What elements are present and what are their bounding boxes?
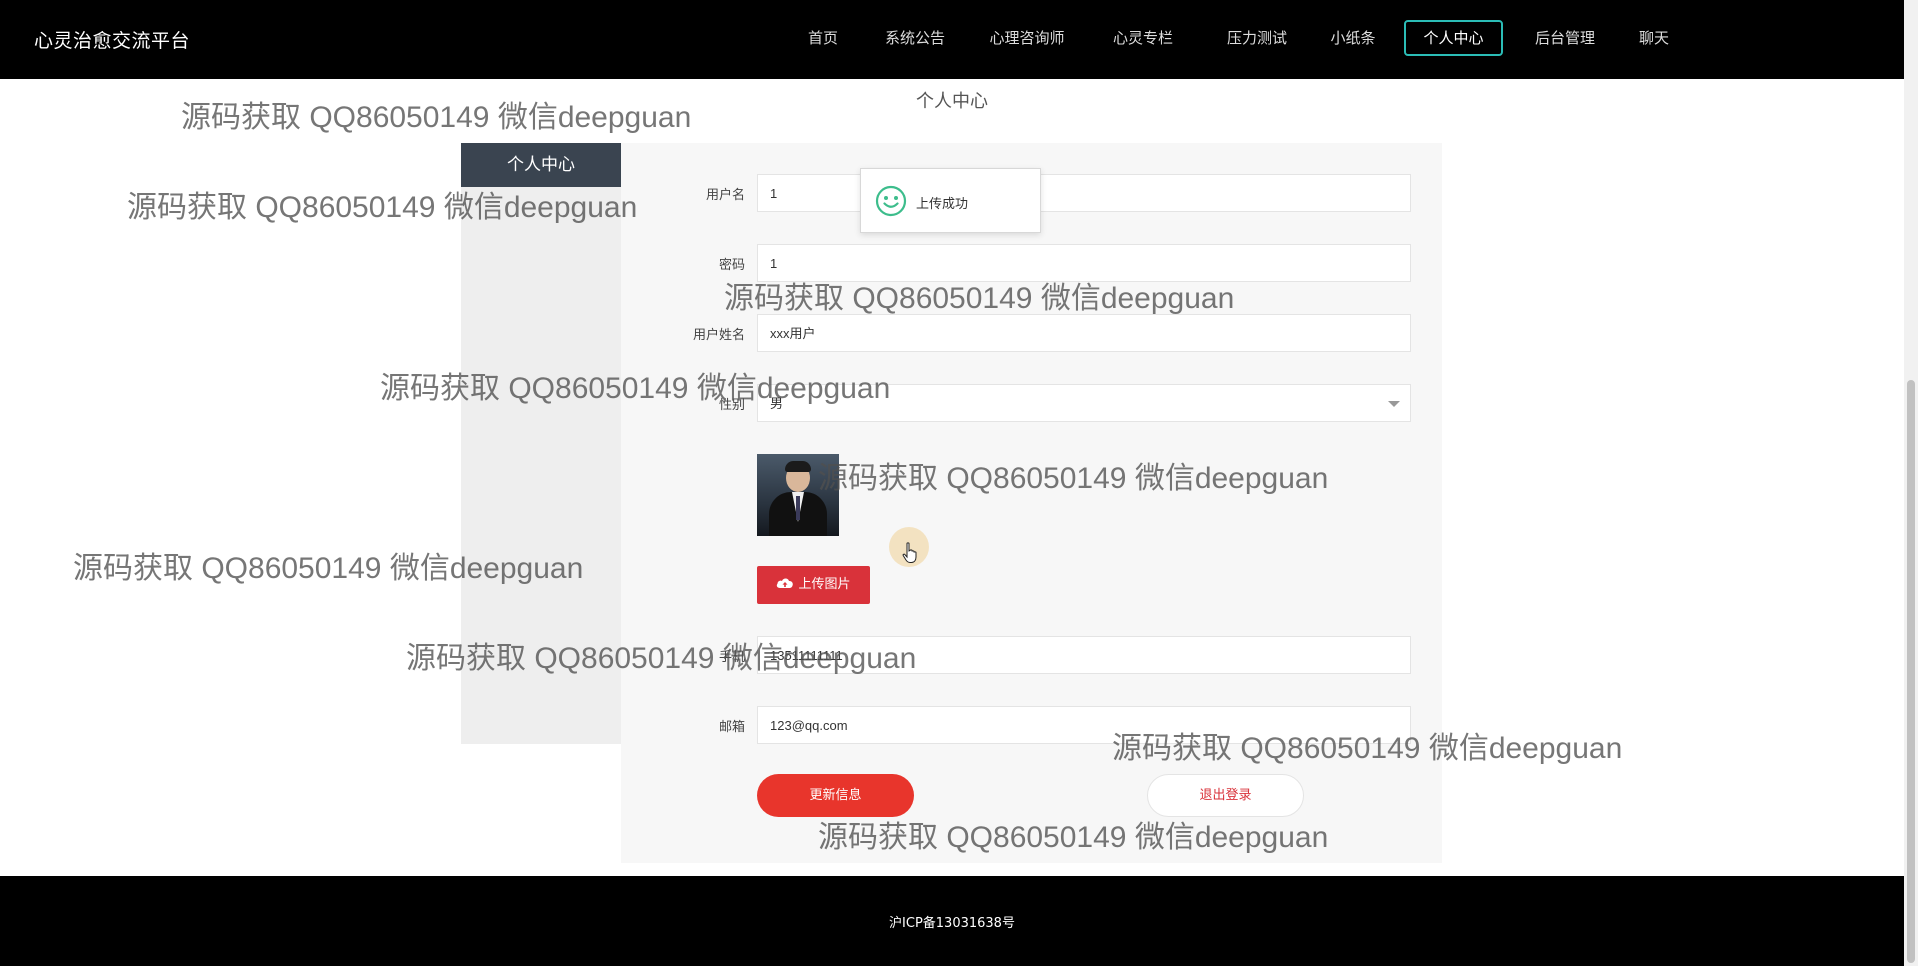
avatar-tie (796, 496, 800, 520)
sidebar-item-personal-center[interactable]: 个人中心 (461, 143, 621, 187)
email-label: 邮箱 (718, 720, 745, 735)
logout-button[interactable]: 退出登录 (1147, 774, 1304, 817)
upload-image-button[interactable]: 上传图片 (757, 566, 870, 604)
fullname-field[interactable]: xxx用户 (757, 314, 1411, 352)
nav-personal-center[interactable]: 个人中心 (1404, 20, 1503, 56)
avatar-image (757, 454, 839, 536)
icp-record: 沪ICP备13031638号 (889, 916, 1015, 931)
page-title: 个人中心 (916, 91, 988, 112)
footer: 沪ICP备13031638号 (0, 876, 1904, 966)
password-field[interactable]: 1 (757, 244, 1411, 282)
username-field[interactable]: 1 (757, 174, 1411, 212)
toast-message: 上传成功 (916, 197, 969, 212)
phone-label: 手机 (718, 650, 745, 665)
gender-value: 男 (770, 396, 784, 411)
nav-stress-test[interactable]: 压力测试 (1216, 20, 1298, 56)
nav-admin[interactable]: 后台管理 (1524, 20, 1606, 56)
sidebar: 个人中心 (461, 143, 621, 744)
scrollbar-thumb[interactable] (1907, 380, 1915, 963)
upload-success-toast: 上传成功 (860, 168, 1041, 233)
nav-home[interactable]: 首页 (793, 20, 853, 56)
fullname-label: 用户姓名 (692, 328, 745, 343)
cloud-upload-icon (776, 566, 794, 604)
email-field[interactable]: 123@qq.com (757, 706, 1411, 744)
gender-select[interactable]: 男 (757, 384, 1411, 422)
update-info-button[interactable]: 更新信息 (757, 774, 914, 817)
gender-label: 性别 (718, 398, 745, 413)
upload-button-label: 上传图片 (798, 577, 851, 592)
avatar-hair (785, 461, 811, 472)
nav-announcements[interactable]: 系统公告 (874, 20, 956, 56)
username-label: 用户名 (705, 188, 745, 203)
page-scrollbar[interactable] (1904, 0, 1918, 966)
hand-pointer-icon (902, 542, 918, 568)
site-brand[interactable]: 心灵治愈交流平台 (34, 26, 190, 53)
top-navbar: 心灵治愈交流平台 首页 系统公告 心理咨询师 心灵专栏 压力测试 小纸条 个人中… (0, 0, 1904, 79)
chevron-down-icon (1388, 401, 1400, 407)
nav-chat[interactable]: 聊天 (1624, 20, 1684, 56)
phone-field[interactable]: 13511111111 (757, 636, 1411, 674)
password-label: 密码 (718, 258, 745, 273)
nav-notes[interactable]: 小纸条 (1320, 20, 1386, 56)
smile-icon (875, 185, 907, 221)
nav-columns[interactable]: 心灵专栏 (1102, 20, 1184, 56)
nav-counselors[interactable]: 心理咨询师 (978, 20, 1076, 56)
